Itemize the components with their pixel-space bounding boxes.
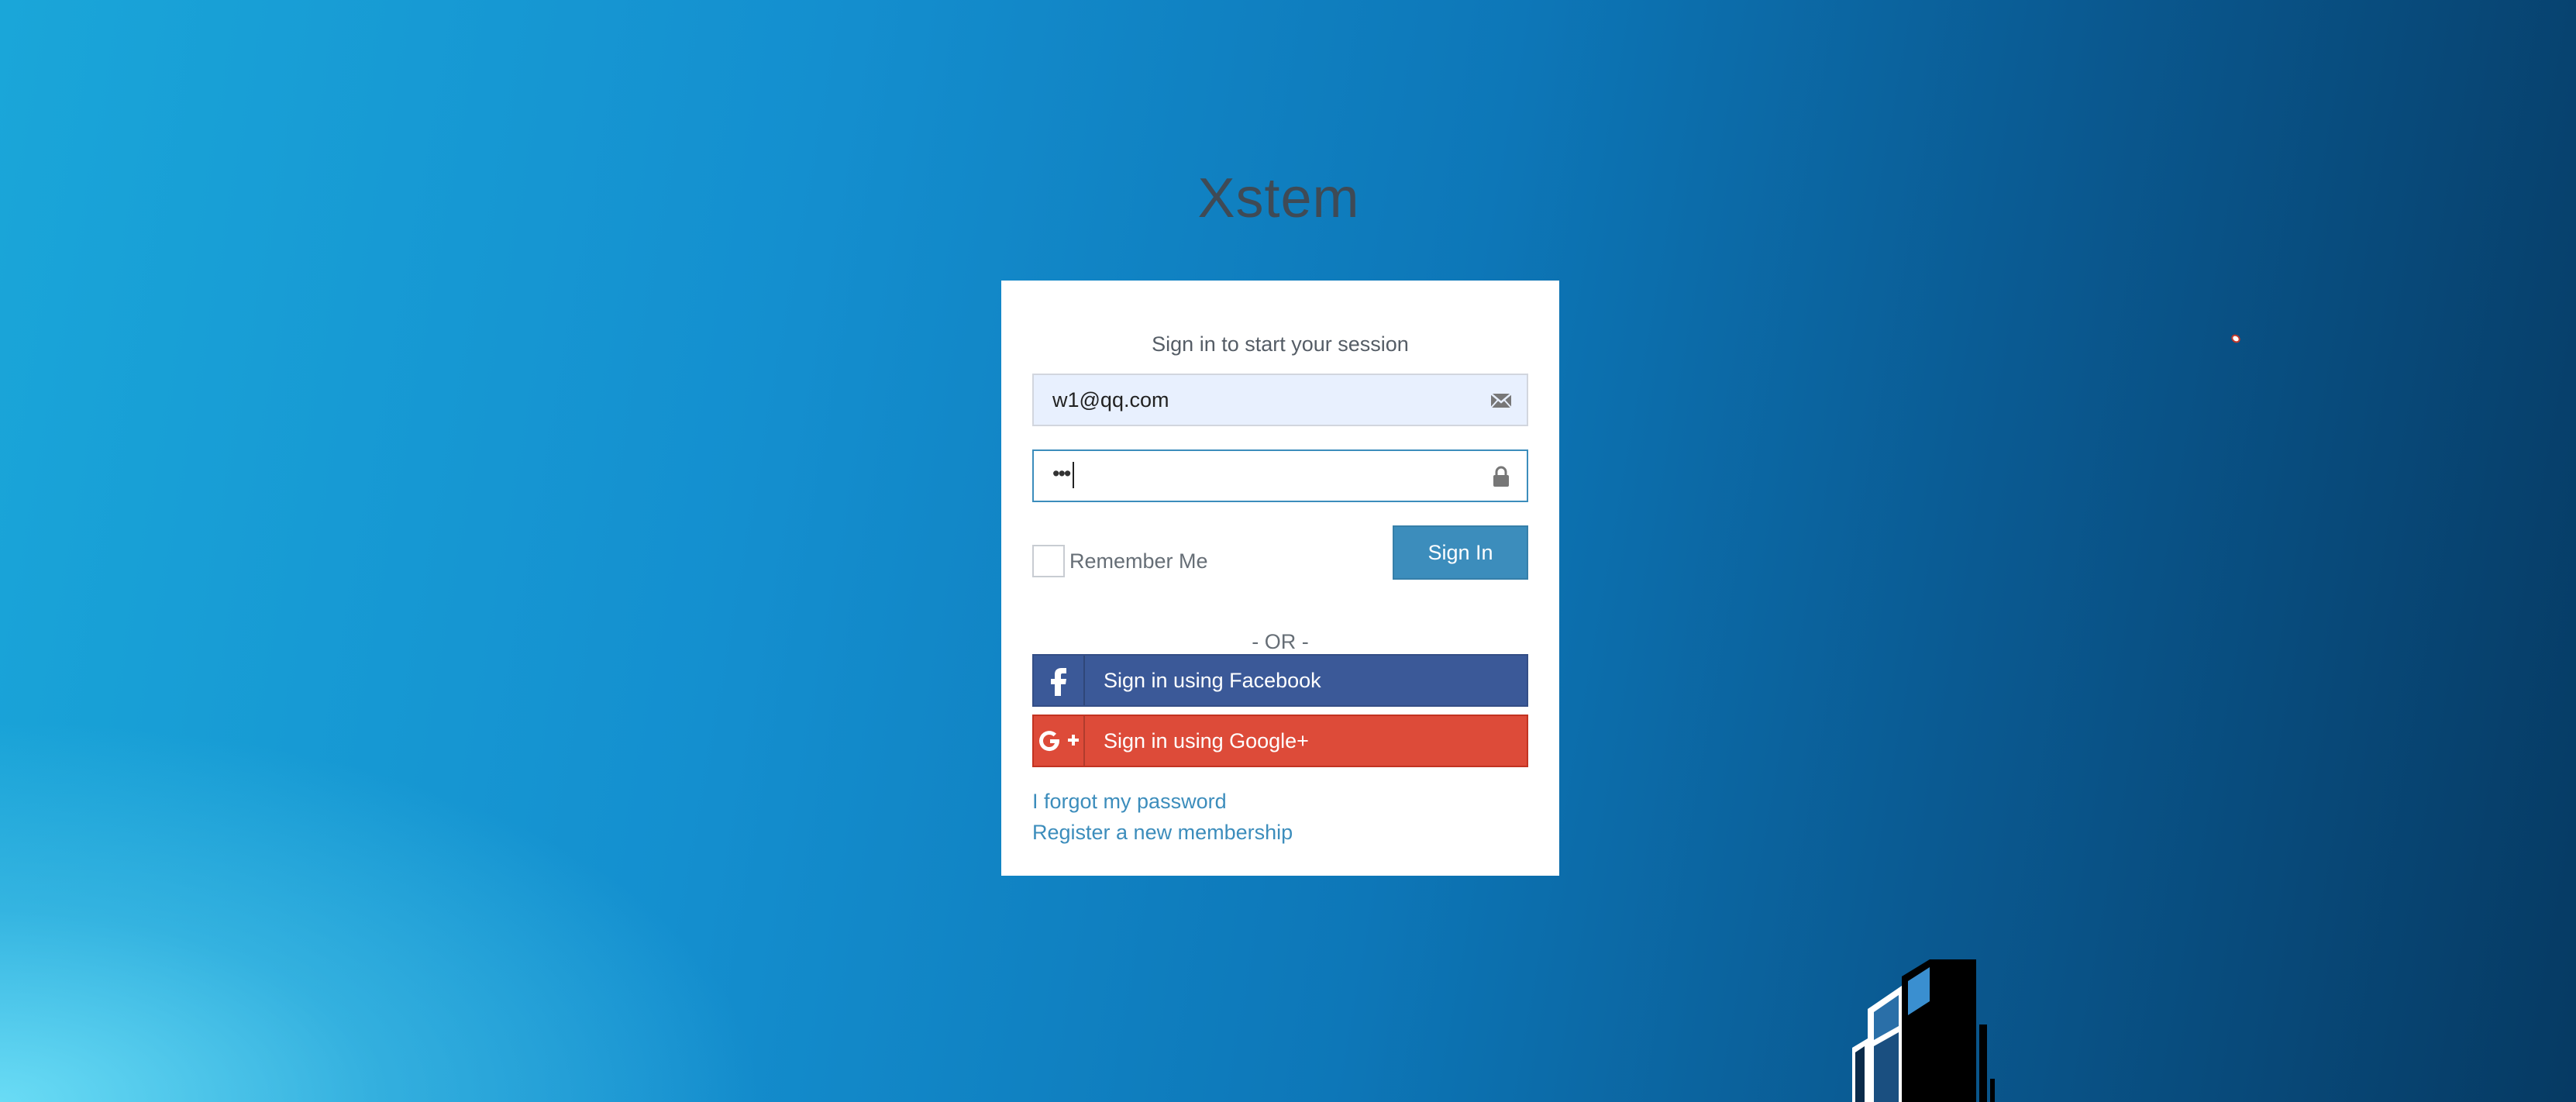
or-divider: - OR - — [1252, 630, 1309, 653]
google-signin-label: Sign in using Google+ — [1104, 728, 1309, 752]
google-signin-button[interactable]: Sign in using Google+ — [1032, 715, 1528, 767]
remember-me: Remember Me — [1032, 542, 1208, 580]
app-logo-text: Xstem — [1197, 167, 1360, 229]
email-input[interactable] — [1034, 375, 1468, 425]
forgot-password-link[interactable]: I forgot my password — [1032, 786, 1293, 817]
mouse-cursor-icon — [2230, 332, 2242, 345]
password-field-group: ••• — [1032, 449, 1528, 502]
envelope-icon — [1490, 393, 1512, 408]
remember-me-label[interactable]: Remember Me — [1069, 549, 1208, 573]
remember-me-checkbox[interactable] — [1032, 545, 1065, 577]
password-input[interactable]: ••• — [1052, 462, 1074, 488]
login-box: Sign in to start your session ••• Rememb… — [1001, 281, 1559, 876]
building-illustration — [1852, 959, 1995, 1102]
facebook-icon — [1034, 656, 1085, 705]
sign-in-button[interactable]: Sign In — [1393, 525, 1528, 580]
facebook-signin-label: Sign in using Facebook — [1104, 668, 1321, 692]
email-field-group — [1032, 374, 1528, 426]
lock-icon — [1493, 466, 1509, 487]
login-box-message: Sign in to start your session — [1152, 332, 1409, 356]
google-plus-icon — [1034, 716, 1085, 766]
register-membership-link[interactable]: Register a new membership — [1032, 817, 1293, 848]
auth-links: I forgot my password Register a new memb… — [1032, 786, 1293, 848]
facebook-signin-button[interactable]: Sign in using Facebook — [1032, 654, 1528, 707]
